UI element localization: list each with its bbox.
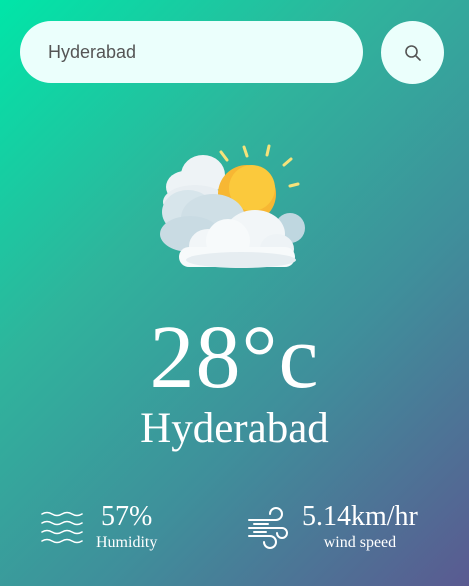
wind-value: 5.14km/hr — [302, 501, 418, 532]
weather-card: 28°c Hyderabad 57% Humidity — [0, 0, 469, 586]
search-box — [20, 21, 363, 83]
partly-cloudy-icon — [160, 144, 305, 268]
search-icon — [404, 44, 421, 61]
humidity-label: Humidity — [96, 534, 158, 551]
humidity-stat: 57% Humidity — [40, 502, 157, 554]
humidity-value: 57% — [101, 501, 153, 532]
search-button[interactable] — [381, 21, 444, 84]
wind-stat: 5.14km/hr wind speed — [246, 502, 418, 554]
wind-label: wind speed — [323, 534, 397, 551]
search-input[interactable] — [46, 40, 337, 64]
wind-icon — [248, 507, 288, 549]
humidity-waves-icon — [41, 511, 83, 544]
city-name: Hyderabad — [140, 405, 329, 452]
temperature: 28°c — [149, 308, 320, 407]
